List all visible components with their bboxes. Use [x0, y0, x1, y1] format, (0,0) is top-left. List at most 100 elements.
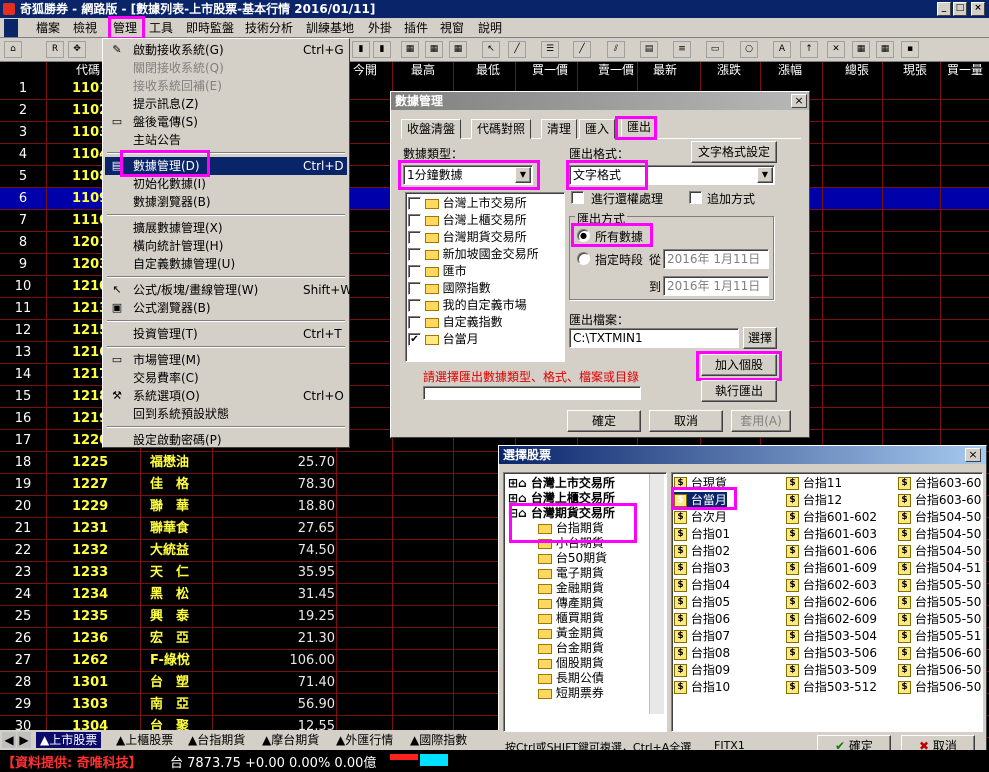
market-list-item[interactable]: 匯市	[408, 263, 467, 280]
menu-technical[interactable]: 技術分析	[245, 19, 293, 37]
tab-import[interactable]: 匯入	[579, 119, 616, 139]
date-to-field[interactable]: 2016年 1月11日	[663, 276, 769, 296]
grid-icon[interactable]: ▤	[640, 41, 658, 58]
menu-addons[interactable]: 插件	[404, 19, 428, 37]
stock-list-item[interactable]: $ 台指09	[674, 662, 730, 679]
stock-list-item[interactable]: $ 台指503-509	[786, 662, 877, 679]
stock-list-item[interactable]: $ 台指01	[674, 526, 730, 543]
menu-training[interactable]: 訓練基地	[306, 19, 354, 37]
stock-list-item[interactable]: $ 台指505-503	[898, 577, 982, 594]
sheet-taifex[interactable]: ▲台指期貨	[188, 732, 245, 748]
rights-checkbox[interactable]	[571, 191, 584, 204]
stock-list-item[interactable]: $ 台指603-606	[898, 475, 982, 492]
move-icon[interactable]: ✥	[68, 41, 86, 58]
menu-item[interactable]: 設定啟動密碼(P)	[105, 431, 347, 449]
menu-view[interactable]: 檢視	[73, 19, 97, 37]
close-window-button[interactable]: ×	[971, 2, 985, 16]
arrow-icon[interactable]: ↑	[800, 41, 818, 58]
col-open[interactable]: 今開	[350, 62, 380, 78]
stock-list-item[interactable]: $ 台指504-509	[898, 543, 982, 560]
stock-list-item[interactable]: $ 台指601-603	[786, 526, 877, 543]
market-list-item[interactable]: 國際指數	[408, 280, 491, 297]
stock-list[interactable]: $ 台現貨 $ 台當月 $ 台次月 $ 台指01 $ 台指02 $ 台指03 $ 台指04 $…	[671, 472, 983, 732]
col-current[interactable]: 現張	[890, 62, 940, 78]
menu-item[interactable]: 橫向統計管理(H)	[105, 237, 347, 255]
menu-item[interactable]: 關閉接收系統(Q)	[105, 59, 347, 77]
text-icon[interactable]: A	[773, 41, 791, 58]
delete-icon[interactable]: ✕	[827, 41, 845, 58]
home-icon[interactable]: ⌂	[4, 41, 22, 58]
stock-list-item[interactable]: $ 台指03	[674, 560, 730, 577]
market-list-item[interactable]: 新加坡國金交易所	[408, 246, 539, 263]
fan-icon[interactable]: ⫽	[607, 41, 625, 58]
col-change[interactable]: 漲跌	[704, 62, 754, 78]
apply-button[interactable]: 套用(A)	[731, 410, 791, 432]
stock-list-item[interactable]: $ 台指506-507	[898, 662, 982, 679]
export-file-field[interactable]: C:\TXTMIN1	[569, 328, 739, 348]
col-bid[interactable]: 買一價	[520, 62, 580, 78]
stock-list-item[interactable]: $ 台指505-512	[898, 628, 982, 645]
col-bidvol[interactable]: 買一量	[940, 62, 989, 78]
stock-list-item[interactable]: $ 台指503-504	[786, 628, 877, 645]
stock-list-item[interactable]: $ 台指601-602	[786, 509, 877, 526]
sheet-intl[interactable]: ▲國際指數	[410, 732, 467, 748]
stock-list-item[interactable]: $ 台指602-603	[786, 577, 877, 594]
menu-item[interactable]: ✎ 啟動接收系統(G) Ctrl+G	[105, 41, 347, 59]
stock-list-item[interactable]: $ 台指02	[674, 543, 730, 560]
stock-list-item[interactable]: $ 台指05	[674, 594, 730, 611]
market-checkbox[interactable]	[408, 299, 421, 312]
mode-range-radio[interactable]	[577, 252, 590, 265]
col-volume[interactable]: 總張	[832, 62, 882, 78]
stock-list-item[interactable]: $ 台指06	[674, 611, 730, 628]
menu-item[interactable]: 提示訊息(Z)	[105, 95, 347, 113]
menu-item[interactable]: ▭ 市場管理(M)	[105, 351, 347, 369]
tool-3-icon[interactable]: ▦	[401, 41, 419, 58]
tab-close-clear[interactable]: 收盤清盤	[401, 119, 462, 139]
append-checkbox[interactable]	[689, 191, 702, 204]
circle-icon[interactable]: ○	[740, 41, 758, 58]
ok-button[interactable]: 確定	[567, 410, 641, 432]
market-list-item[interactable]: 自定義指數	[408, 314, 503, 331]
menu-item[interactable]: ↖ 公式/板塊/畫線管理(W) Shift+W	[105, 281, 352, 299]
menu-item[interactable]: 初始化數據(I)	[105, 175, 347, 193]
menu-realtime[interactable]: 即時監盤	[186, 19, 234, 37]
market-list-item[interactable]: 我的自定義市場	[408, 297, 527, 314]
col-high[interactable]: 最高	[398, 62, 448, 78]
stock-list-item[interactable]: $ 台指603-609	[898, 492, 982, 509]
date-from-field[interactable]: 2016年 1月11日	[663, 249, 769, 269]
stock-list-item[interactable]: $ 台指10	[674, 679, 730, 696]
stock-list-item[interactable]: $ 台指504-506	[898, 526, 982, 543]
sheet-fx[interactable]: ▲外匯行情	[336, 732, 393, 748]
market-list-item[interactable]: 台灣期貨交易所	[408, 229, 527, 246]
sheet-otc[interactable]: ▲上櫃股票	[116, 732, 173, 748]
menu-item[interactable]: ▭ 盤後電傳(S)	[105, 113, 347, 131]
menu-item[interactable]: 數據瀏覽器(B)	[105, 193, 347, 211]
tool-5-icon[interactable]: ▦	[449, 41, 467, 58]
cancel-button[interactable]: 取消	[649, 410, 723, 432]
stock-list-item[interactable]: $ 台指07	[674, 628, 730, 645]
app-menu-icon[interactable]	[4, 19, 18, 37]
menu-file[interactable]: 檔案	[36, 19, 60, 37]
stock-list-item[interactable]: $ 台指506-509	[898, 679, 982, 696]
channel-icon[interactable]: ╱	[573, 41, 591, 58]
stock-list-item[interactable]: $ 台指504-512	[898, 560, 982, 577]
run-export-button[interactable]: 執行匯出	[701, 380, 777, 402]
rect-icon[interactable]: ▭	[706, 41, 724, 58]
stock-list-item[interactable]: $ 台指08	[674, 645, 730, 662]
market-checkbox[interactable]	[408, 265, 421, 278]
fib-icon[interactable]: ≡	[673, 41, 691, 58]
market-list-item[interactable]: 台灣上市交易所	[408, 195, 527, 212]
menu-item[interactable]: ▣ 公式瀏覽器(B)	[105, 299, 347, 317]
stock-list-item[interactable]: $ 台指601-606	[786, 543, 877, 560]
menu-item[interactable]: 接收系統回補(E)	[105, 77, 347, 95]
market-checkbox[interactable]	[408, 231, 421, 244]
market-checkbox[interactable]: ✔	[408, 333, 421, 346]
menu-item[interactable]: 交易費率(C)	[105, 369, 347, 387]
line-icon[interactable]: ╱	[508, 41, 526, 58]
tree-scrollbar[interactable]	[649, 474, 664, 714]
stock-list-item[interactable]: $ 台次月	[674, 509, 727, 526]
select-dialog-close-button[interactable]: ×	[965, 448, 981, 462]
stock-list-item[interactable]: $ 台指602-609	[786, 611, 877, 628]
market-checkbox[interactable]	[408, 316, 421, 329]
stock-list-item[interactable]: $ 台指505-506	[898, 594, 982, 611]
